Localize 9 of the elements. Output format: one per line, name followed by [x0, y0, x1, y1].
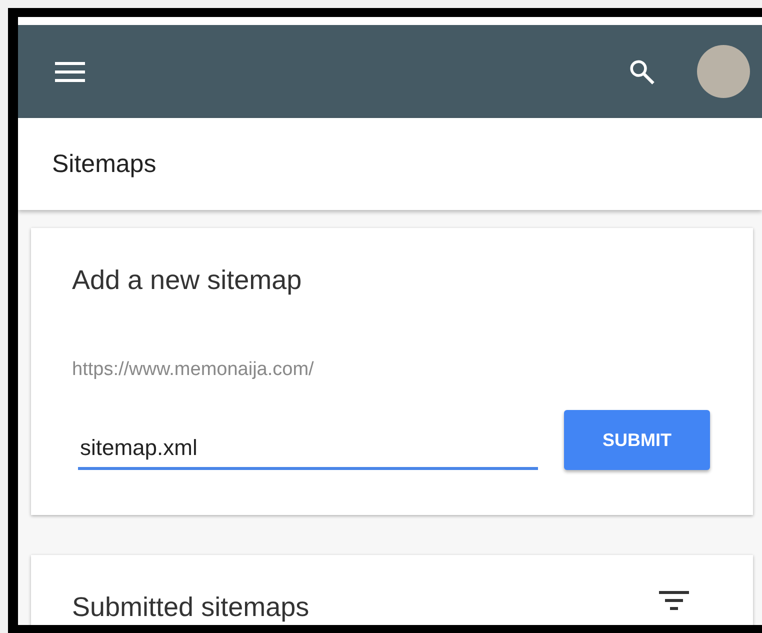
- card-title: Submitted sitemaps: [72, 591, 310, 623]
- url-prefix: https://www.memonaija.com/: [72, 359, 315, 381]
- submit-button[interactable]: SUBMIT: [564, 410, 710, 470]
- search-icon[interactable]: [629, 58, 655, 84]
- page-title: Sitemaps: [52, 150, 156, 178]
- menu-icon[interactable]: [55, 62, 85, 82]
- card-title: Add a new sitemap: [72, 264, 303, 296]
- filter-icon[interactable]: [659, 591, 689, 611]
- input-field[interactable]: sitemap.xml: [78, 426, 538, 470]
